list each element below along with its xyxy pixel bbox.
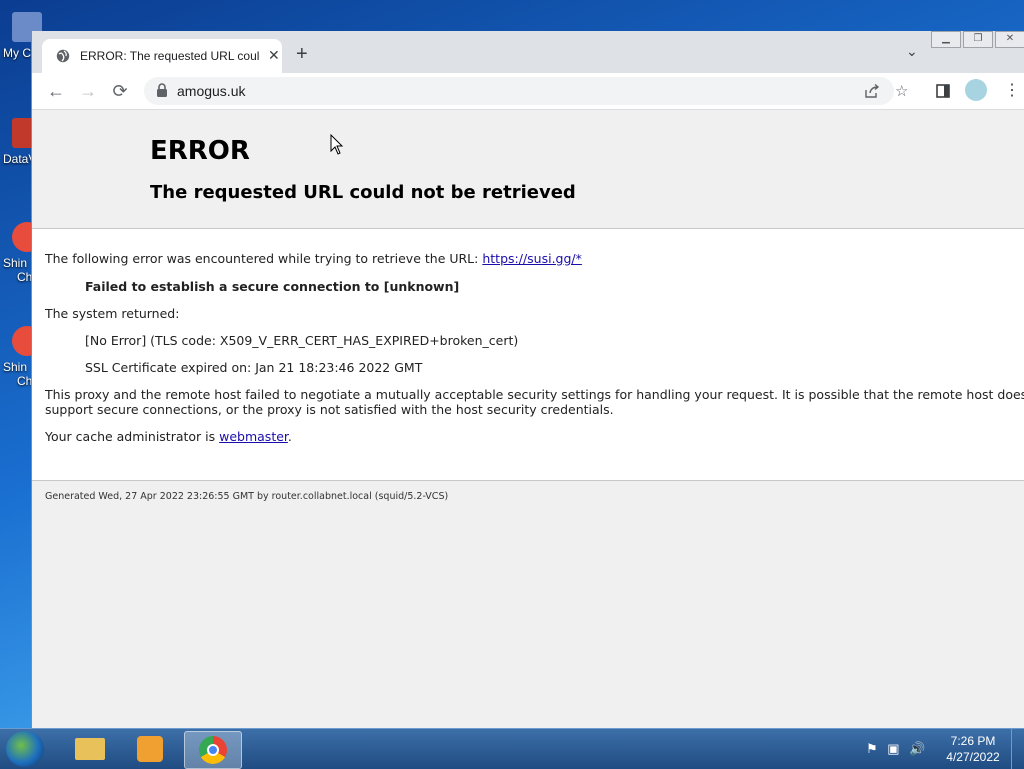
folder-icon: [75, 738, 105, 760]
new-tab-button[interactable]: +: [296, 44, 308, 64]
network-icon[interactable]: ▣: [887, 741, 899, 756]
taskbar-media-player[interactable]: [122, 731, 178, 767]
restore-button[interactable]: ❐: [963, 31, 993, 48]
desktop-icon-label: Shin: [3, 256, 28, 270]
tab-active[interactable]: ERROR: The requested URL could ✕: [42, 39, 282, 73]
close-button[interactable]: ✕: [995, 31, 1024, 48]
media-player-icon: [137, 736, 163, 762]
desktop-icon-label: Shin: [3, 360, 28, 374]
desktop-icon-my-computer[interactable]: My C: [0, 12, 42, 60]
clock-date: 4/27/2022: [946, 750, 1000, 764]
desktop-icon-shortcut-1[interactable]: Shin Ch: [0, 222, 42, 284]
taskbar-explorer[interactable]: [62, 731, 118, 767]
back-button[interactable]: ←: [45, 80, 67, 102]
tls-error-code: [No Error] (TLS code: X509_V_ERR_CERT_HA…: [85, 333, 519, 348]
ssl-expired-date: SSL Certificate expired on: Jan 21 18:23…: [85, 360, 423, 375]
cache-admin-prefix: Your cache administrator is: [45, 429, 220, 444]
start-button[interactable]: [6, 731, 44, 767]
tab-search-icon[interactable]: ⌄: [906, 43, 918, 60]
browser-toolbar: ← → ⟳ amogus.uk ☆ ⋮: [32, 73, 1024, 110]
reload-button[interactable]: ⟳: [109, 80, 131, 102]
lock-icon: [157, 83, 167, 97]
minimize-button[interactable]: ▁: [931, 31, 961, 48]
intro-text: The following error was encountered whil…: [45, 251, 483, 266]
tab-close-icon[interactable]: ✕: [268, 47, 280, 64]
cache-admin-line: Your cache administrator is webmaster.: [45, 429, 292, 444]
intro-line: The following error was encountered whil…: [45, 251, 582, 266]
mouse-cursor-icon: [330, 134, 344, 155]
tab-strip: ERROR: The requested URL could ✕ + ⌄ ▁ ❐…: [32, 31, 1024, 73]
menu-icon[interactable]: ⋮: [1004, 80, 1020, 100]
bookmark-star-icon[interactable]: ☆: [895, 82, 908, 100]
failure-message: Failed to establish a secure connection …: [85, 279, 460, 294]
desktop-icon-shortcut-2[interactable]: Shin Ch: [0, 326, 42, 388]
tab-title: ERROR: The requested URL could: [80, 49, 260, 63]
profile-avatar[interactable]: [965, 79, 987, 101]
browser-window: ERROR: The requested URL could ✕ + ⌄ ▁ ❐…: [31, 31, 1024, 728]
webmaster-link[interactable]: webmaster: [219, 429, 288, 444]
url-text[interactable]: amogus.uk: [177, 83, 245, 99]
page-title: ERROR: [150, 136, 250, 166]
window-controls: ▁ ❐ ✕: [929, 31, 1024, 48]
clock[interactable]: 7:26 PM 4/27/2022: [940, 733, 1006, 765]
page-content: ERROR The requested URL could not be ret…: [32, 110, 1024, 728]
taskbar-chrome[interactable]: [184, 731, 242, 769]
desktop-icon-label: My C: [3, 46, 31, 60]
proxy-explanation-line-2: support secure connections, or the proxy…: [45, 402, 614, 417]
error-body: The following error was encountered whil…: [32, 229, 1024, 481]
forward-button[interactable]: →: [77, 80, 99, 102]
page-subtitle: The requested URL could not be retrieved: [150, 182, 576, 203]
requested-url-link[interactable]: https://susi.gg/*: [482, 251, 582, 266]
chrome-icon: [199, 736, 227, 764]
desktop-icon-datav[interactable]: DataV: [0, 118, 42, 166]
address-bar[interactable]: amogus.uk ☆: [144, 77, 908, 105]
globe-icon: [56, 49, 70, 63]
proxy-explanation-line-1: This proxy and the remote host failed to…: [45, 387, 1024, 402]
system-returned-label: The system returned:: [45, 306, 180, 321]
generated-footer: Generated Wed, 27 Apr 2022 23:26:55 GMT …: [45, 491, 449, 502]
cache-admin-suffix: .: [287, 429, 292, 444]
error-header: ERROR The requested URL could not be ret…: [32, 110, 1024, 229]
show-desktop-button[interactable]: [1011, 729, 1024, 769]
clock-time: 7:26 PM: [950, 734, 996, 748]
action-center-flag-icon[interactable]: ⚑: [866, 741, 878, 756]
share-icon[interactable]: [864, 84, 880, 98]
taskbar: ⚑ ▣ 🔊 7:26 PM 4/27/2022: [0, 728, 1024, 769]
volume-icon[interactable]: 🔊: [909, 741, 925, 756]
system-tray: ⚑ ▣ 🔊: [866, 741, 925, 757]
side-panel-icon[interactable]: [936, 84, 950, 98]
